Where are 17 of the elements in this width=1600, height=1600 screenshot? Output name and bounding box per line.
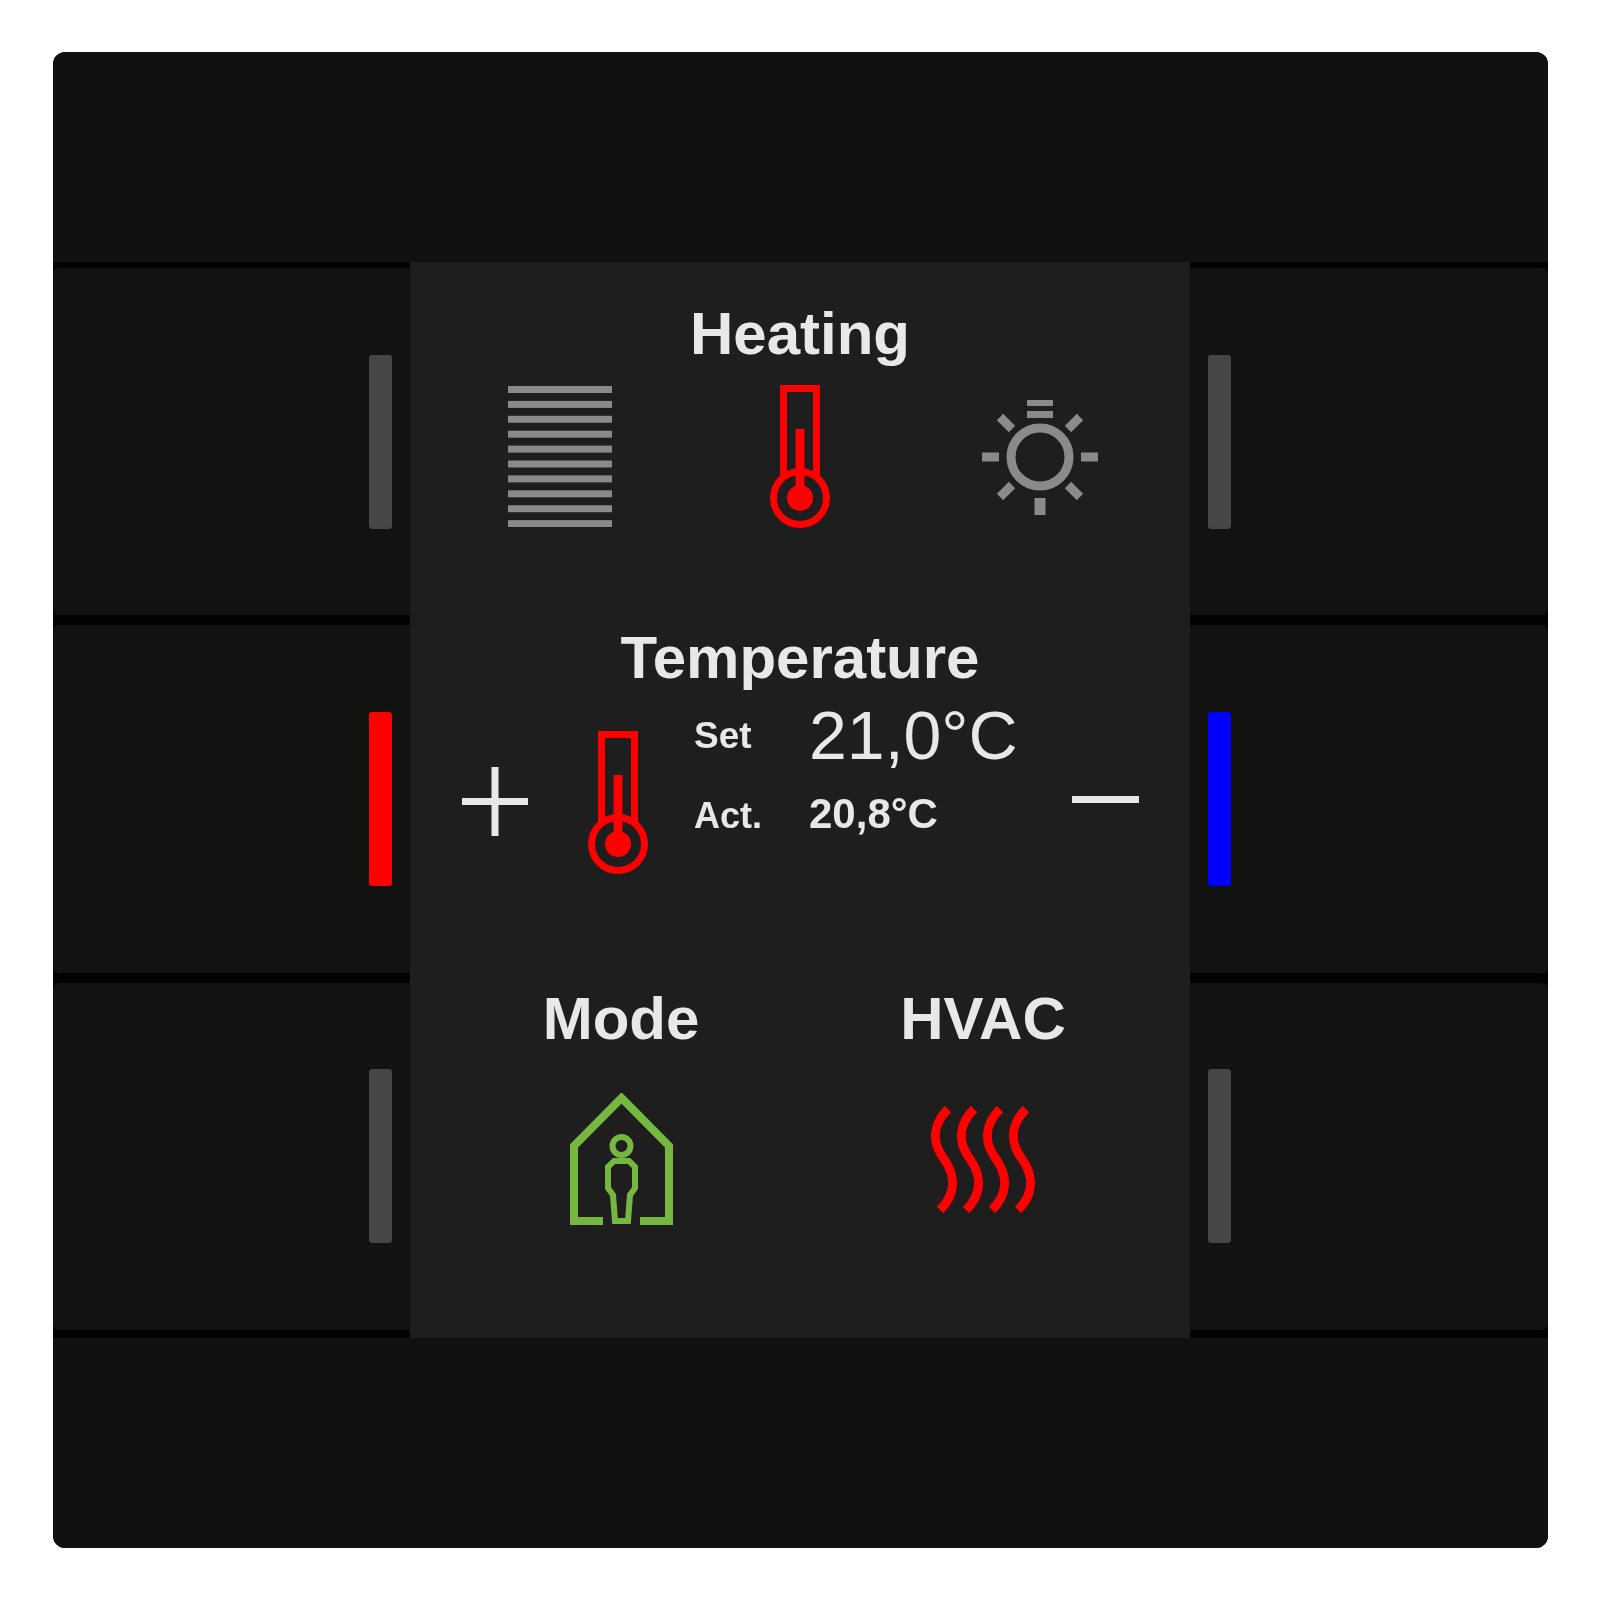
push-key[interactable] xyxy=(53,625,410,973)
actual-temperature: 20,8°C xyxy=(809,793,938,835)
minus-icon xyxy=(1072,796,1139,803)
mode-title: Heating xyxy=(690,304,910,364)
actual-label: Act. xyxy=(694,798,763,834)
status-label: Mode xyxy=(542,989,700,1049)
set-temperature: 21,0°C xyxy=(809,701,1018,769)
status-label: HVAC xyxy=(900,989,1066,1049)
set-label: Set xyxy=(694,716,753,754)
push-key[interactable] xyxy=(1190,982,1548,1330)
thermometer-icon xyxy=(588,731,648,874)
plus-icon xyxy=(462,767,528,836)
push-key[interactable] xyxy=(1190,268,1548,616)
push-key[interactable] xyxy=(1190,625,1548,973)
push-key[interactable] xyxy=(53,982,410,1330)
temperature-title: Temperature xyxy=(620,628,980,688)
push-key[interactable] xyxy=(53,268,410,616)
